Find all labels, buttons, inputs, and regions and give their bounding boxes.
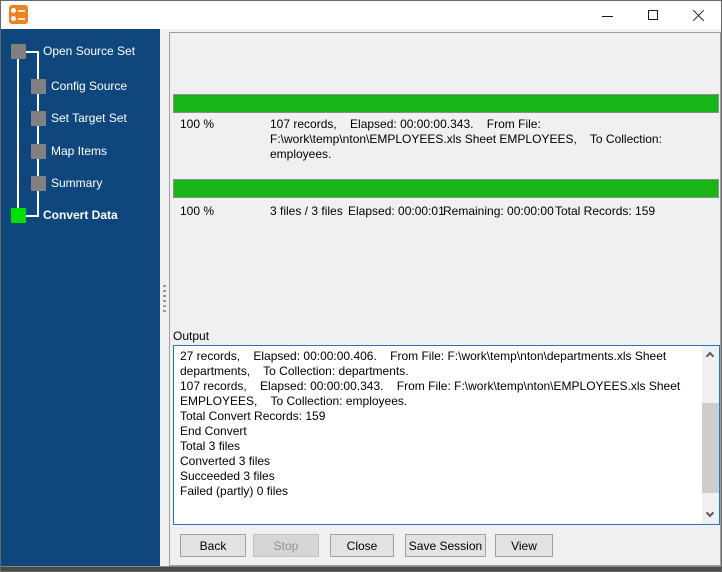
- step-square-map-items: [31, 144, 46, 159]
- step-square-convert-data-active: [11, 208, 26, 223]
- back-button[interactable]: Back: [180, 534, 246, 557]
- file-progress-bar: [173, 94, 719, 113]
- app-icon-dot: [11, 16, 16, 21]
- app-icon[interactable]: [9, 5, 28, 24]
- output-log-text: 27 records, Elapsed: 00:00:00.406. From …: [180, 349, 681, 498]
- step-label-set-target-set: Set Target Set: [51, 111, 127, 125]
- tree-connector-line: [26, 215, 38, 217]
- chevron-down-icon: [705, 508, 715, 518]
- output-scrollbar[interactable]: [702, 346, 719, 524]
- overall-progress-fill: [174, 180, 718, 197]
- overall-progress-files: 3 files / 3 files: [270, 204, 343, 218]
- close-window-button[interactable]: [676, 1, 721, 29]
- output-label: Output: [173, 329, 210, 343]
- overall-progress-percent: 100 %: [180, 204, 215, 218]
- overall-progress-total-records: Total Records: 159: [555, 204, 656, 218]
- scroll-up-icon[interactable]: [702, 346, 719, 363]
- app-icon-dot: [11, 8, 16, 13]
- file-progress-detail: 107 records, Elapsed: 00:00:00.343. From…: [270, 117, 662, 161]
- sidebar-splitter[interactable]: [160, 29, 169, 567]
- output-log-box[interactable]: 27 records, Elapsed: 00:00:00.406. From …: [173, 345, 720, 525]
- window-bottom-edge: [1, 566, 721, 571]
- chevron-up-icon: [705, 351, 715, 361]
- file-progress-percent: 100 %: [180, 117, 215, 131]
- step-square-summary: [31, 176, 46, 191]
- step-square-set-target-set: [31, 111, 46, 126]
- wizard-steps-sidebar: Open Source Set Config Source Set Target…: [1, 29, 160, 567]
- tree-connector-line: [37, 51, 39, 217]
- view-button[interactable]: View: [495, 534, 553, 557]
- scrollbar-thumb[interactable]: [702, 403, 719, 493]
- convert-progress-panel: 100 % 107 records, Elapsed: 00:00:00.343…: [169, 32, 721, 566]
- tree-connector-line: [17, 59, 19, 208]
- step-label-open-source-set: Open Source Set: [43, 44, 136, 58]
- step-label-summary: Summary: [51, 176, 103, 190]
- scroll-down-icon[interactable]: [702, 507, 719, 524]
- step-square-open-source-set: [11, 44, 26, 59]
- maximize-icon: [648, 10, 658, 20]
- maximize-button[interactable]: [630, 1, 676, 29]
- title-bar[interactable]: [1, 1, 721, 29]
- minimize-button[interactable]: [584, 1, 630, 29]
- close-icon: [692, 9, 706, 23]
- stop-button[interactable]: Stop: [253, 534, 319, 557]
- save-session-button[interactable]: Save Session: [405, 534, 486, 557]
- app-icon-bar: [18, 18, 25, 20]
- step-label-convert-data: Convert Data: [43, 208, 118, 222]
- overall-progress-elapsed: Elapsed: 00:00:01: [348, 204, 445, 218]
- convert-data-window: Open Source Set Config Source Set Target…: [0, 0, 722, 572]
- splitter-grip-icon: [163, 285, 166, 315]
- step-label-map-items: Map Items: [51, 144, 108, 158]
- app-icon-bar: [18, 10, 25, 12]
- step-square-config-source: [31, 79, 46, 94]
- step-label-config-source: Config Source: [51, 79, 128, 93]
- overall-progress-bar: [173, 179, 719, 198]
- file-progress-fill: [174, 95, 718, 112]
- minimize-icon: [602, 16, 613, 17]
- close-button[interactable]: Close: [330, 534, 394, 557]
- overall-progress-remaining: Remaining: 00:00:00: [443, 204, 554, 218]
